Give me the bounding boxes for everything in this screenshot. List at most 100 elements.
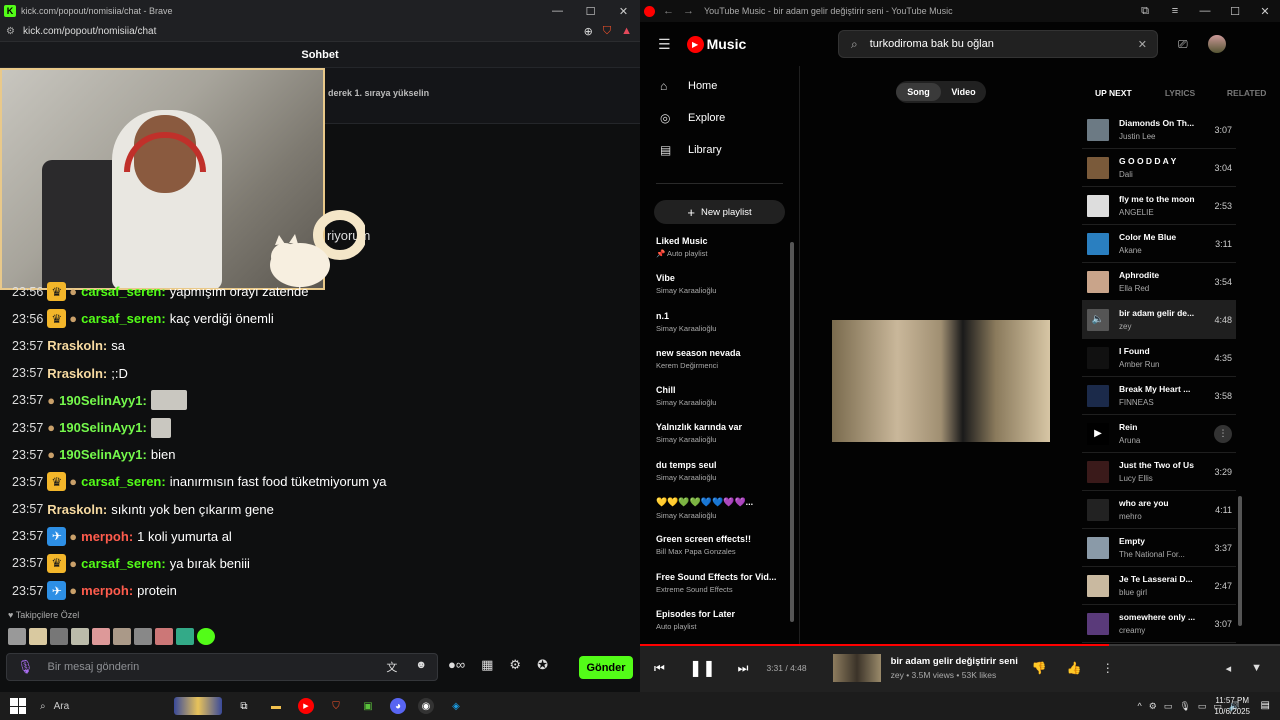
playlist-item[interactable]: Chill Simay Karaalioğlu bbox=[656, 385, 786, 422]
more-icon[interactable]: ⋮ bbox=[1102, 661, 1114, 675]
site-info-icon[interactable]: ⚙ bbox=[6, 26, 15, 37]
message-username[interactable]: merpoh: bbox=[81, 583, 133, 598]
queue-item[interactable]: Je Te Lasserai D... blue girl 2:47 bbox=[1082, 567, 1236, 605]
maximize-button[interactable]: ☐ bbox=[1220, 5, 1250, 18]
clear-search-icon[interactable]: ✕ bbox=[1138, 38, 1147, 51]
chevron-up-icon[interactable]: ^ bbox=[1137, 701, 1141, 711]
extensions-icon[interactable]: ⧉ bbox=[1130, 5, 1160, 18]
badge-icon[interactable]: ✪ bbox=[537, 657, 548, 673]
queue-item[interactable]: ▶ Rein Aruna ⋮ bbox=[1082, 415, 1236, 453]
acorn-badge-icon[interactable]: ● bbox=[47, 420, 55, 435]
file-explorer-icon[interactable]: ▬ bbox=[266, 697, 286, 715]
sidebar-item-home[interactable]: ⌂ Home bbox=[640, 70, 799, 102]
emote[interactable] bbox=[113, 628, 131, 645]
store-icon[interactable]: ▦ bbox=[481, 657, 493, 673]
emote[interactable] bbox=[8, 628, 26, 645]
ytm-logo[interactable]: ▶ Music bbox=[686, 35, 746, 53]
player-title[interactable]: bir adam gelir değiştirir seni bbox=[891, 656, 1018, 667]
discord-icon[interactable]: ◕ bbox=[390, 698, 406, 714]
message-username[interactable]: Rraskoln: bbox=[47, 502, 107, 517]
previous-icon[interactable]: ⏮ bbox=[654, 661, 665, 676]
emote[interactable] bbox=[92, 628, 110, 645]
crown-badge-icon[interactable]: ♛ bbox=[47, 553, 67, 573]
android-icon[interactable]: ▣ bbox=[358, 697, 378, 715]
brave-icon[interactable]: ⛉ bbox=[326, 697, 346, 715]
acorn-badge-icon[interactable]: ● bbox=[69, 556, 77, 571]
queue-item[interactable]: Diamonds On Th... Justin Lee 3:07 bbox=[1082, 111, 1236, 149]
playlist-item[interactable]: n.1 Simay Karaalioğlu bbox=[656, 311, 786, 348]
acorn-badge-icon[interactable]: ● bbox=[69, 311, 77, 326]
acorn-badge-icon[interactable]: ● bbox=[69, 284, 77, 299]
network-icon[interactable]: ▭ bbox=[1164, 701, 1173, 712]
emote[interactable] bbox=[71, 628, 89, 645]
mic-icon[interactable]: 🎙 bbox=[17, 659, 34, 675]
tray-app-icon[interactable]: ⚙ bbox=[1149, 701, 1157, 712]
expand-icon[interactable]: ▼ bbox=[1251, 662, 1262, 675]
clock[interactable]: 11:57 PM 10/6/2025 bbox=[1214, 695, 1250, 717]
message-username[interactable]: Rraskoln: bbox=[47, 338, 107, 353]
emote[interactable] bbox=[176, 628, 194, 645]
pause-icon[interactable]: ❚❚ bbox=[689, 658, 716, 678]
wifi-icon[interactable]: ▭ bbox=[1198, 701, 1207, 712]
pin-badge-icon[interactable]: ✈ bbox=[47, 526, 67, 546]
emote[interactable] bbox=[134, 628, 152, 645]
message-username[interactable]: 190SelinAyy1: bbox=[59, 393, 147, 408]
dislike-icon[interactable]: 👎 bbox=[1032, 661, 1047, 675]
message-username[interactable]: carsaf_seren: bbox=[81, 556, 166, 571]
queue-scrollbar[interactable] bbox=[1238, 496, 1242, 626]
back-icon[interactable]: ← bbox=[663, 5, 674, 17]
song-toggle[interactable]: Song bbox=[896, 83, 941, 101]
search-input[interactable]: turkodiroma bak bu oğlan bbox=[870, 38, 994, 50]
playlist-item[interactable]: Yalnızlık karında var Simay Karaalioğlu bbox=[656, 422, 786, 459]
minimize-button[interactable]: — bbox=[1190, 5, 1220, 18]
queue-item[interactable]: 🔈 bir adam gelir de... zey 4:48 bbox=[1082, 301, 1236, 339]
address-bar[interactable]: ⚙ kick.com/popout/nomisiia/chat ⊕ ⛉ ▲ bbox=[0, 22, 640, 42]
message-username[interactable]: 190SelinAyy1: bbox=[59, 447, 147, 462]
send-button[interactable]: Gönder bbox=[579, 656, 633, 679]
next-icon[interactable]: ⏭ bbox=[738, 661, 749, 676]
queue-item[interactable]: Color Me Blue Akane 3:11 bbox=[1082, 225, 1236, 263]
sidebar-item-library[interactable]: ▤ Library bbox=[640, 134, 799, 166]
acorn-badge-icon[interactable]: ● bbox=[47, 447, 55, 462]
acorn-badge-icon[interactable]: ● bbox=[69, 529, 77, 544]
message-username[interactable]: 190SelinAyy1: bbox=[59, 420, 147, 435]
more-options-icon[interactable]: ⋮ bbox=[1214, 424, 1232, 443]
playlist-item[interactable]: new season nevada Kerem Değirmenci bbox=[656, 348, 786, 385]
avatar[interactable] bbox=[1208, 35, 1226, 53]
sidebar-scrollbar[interactable] bbox=[790, 242, 794, 622]
volume-arrow-icon[interactable]: ◂ bbox=[1226, 662, 1232, 675]
queue-item[interactable]: who are you mehro 4:11 bbox=[1082, 491, 1236, 529]
settings-icon[interactable]: ⚙ bbox=[509, 657, 521, 673]
crown-badge-icon[interactable]: ♛ bbox=[47, 282, 67, 302]
taskbar-search[interactable]: ⌕ Ara bbox=[40, 701, 77, 712]
acorn-badge-icon[interactable]: ● bbox=[47, 393, 55, 408]
emoji-icon[interactable]: ☻ bbox=[415, 659, 427, 675]
windows-start-icon[interactable] bbox=[10, 698, 26, 714]
mic-tray-icon[interactable]: 🎙 bbox=[1179, 701, 1190, 712]
emote[interactable] bbox=[29, 628, 47, 645]
video-toggle[interactable]: Video bbox=[941, 83, 986, 101]
crown-badge-icon[interactable]: ♛ bbox=[47, 309, 67, 329]
close-button[interactable]: ✕ bbox=[1250, 5, 1280, 18]
queue-item[interactable]: G O O D D A Y Dali 3:04 bbox=[1082, 149, 1236, 187]
obs-icon[interactable]: ◉ bbox=[418, 698, 434, 714]
zoom-icon[interactable]: ⊕ bbox=[584, 25, 593, 38]
points-icon[interactable]: ●∞ bbox=[448, 657, 465, 673]
cast-icon[interactable]: ⎚ bbox=[1178, 37, 1188, 52]
queue-item[interactable]: Break My Heart ... FINNEAS 3:58 bbox=[1082, 377, 1236, 415]
chat-input[interactable]: 🎙 Bir mesaj gönderin 文 ☻ bbox=[6, 653, 438, 681]
address-url[interactable]: kick.com/popout/nomisiia/chat bbox=[23, 26, 156, 37]
play-icon[interactable]: ▶ bbox=[1094, 428, 1102, 439]
emote[interactable] bbox=[50, 628, 68, 645]
forward-icon[interactable]: → bbox=[683, 5, 694, 17]
tab-related[interactable]: RELATED bbox=[1213, 88, 1280, 98]
acorn-badge-icon[interactable]: ● bbox=[69, 474, 77, 489]
song-video-toggle[interactable]: Song Video bbox=[896, 81, 986, 103]
message-username[interactable]: carsaf_seren: bbox=[81, 311, 166, 326]
queue-item[interactable]: Just the Two of Us Lucy Ellis 3:29 bbox=[1082, 453, 1236, 491]
playlist-item[interactable]: Liked Music 📌 Auto playlist bbox=[656, 236, 786, 273]
queue-item[interactable]: somewhere only ... creamy 3:07 bbox=[1082, 605, 1236, 643]
notification-icon[interactable]: ▤ bbox=[1261, 700, 1270, 711]
acorn-badge-icon[interactable]: ● bbox=[69, 583, 77, 598]
message-username[interactable]: Rraskoln: bbox=[47, 366, 107, 381]
